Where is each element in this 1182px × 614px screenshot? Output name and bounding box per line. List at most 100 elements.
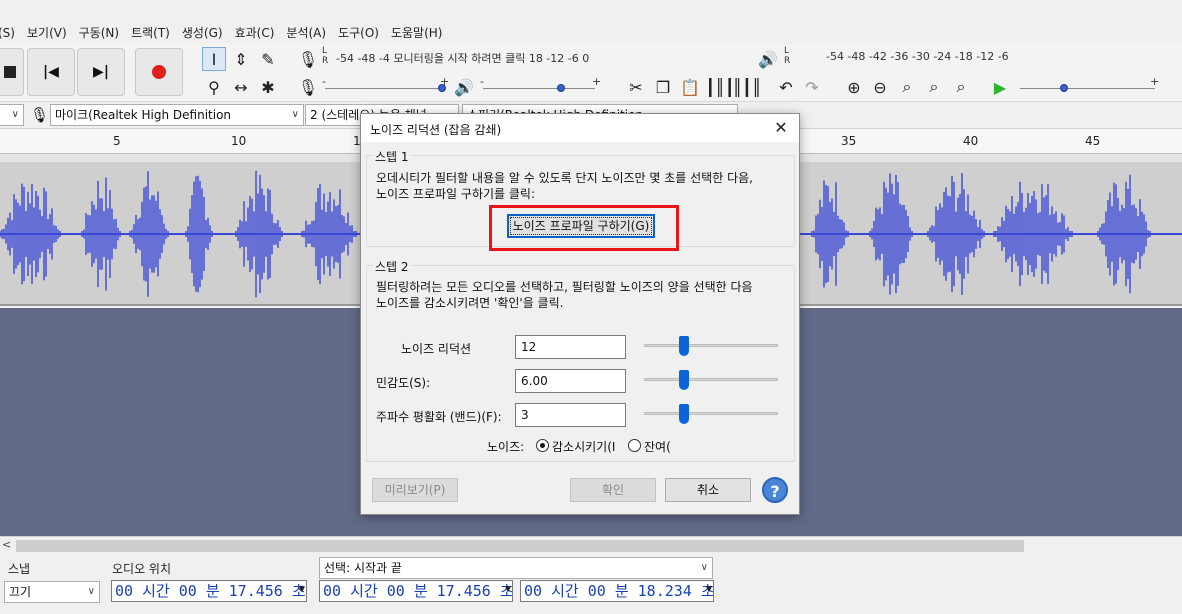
dialog-titlebar[interactable]: 노이즈 리덕션 (잡음 감쇄) ✕ xyxy=(361,114,799,142)
reduce-radio-label: 감소시키기(I xyxy=(552,440,616,454)
speaker-meter-icon[interactable]: 🔊 xyxy=(756,47,780,71)
play-meter-right-label: R xyxy=(784,56,791,66)
stop-button[interactable] xyxy=(0,48,24,96)
menu-item-transport[interactable]: 구동(N) xyxy=(73,22,125,44)
silence-icon[interactable]: ║┃║ xyxy=(733,75,762,99)
play-speed-slider[interactable] xyxy=(1020,88,1155,89)
audio-position-value: 00 시간 00 분 17.456 초 xyxy=(115,582,306,600)
noise-reduction-slider[interactable] xyxy=(644,344,778,347)
menu-item-analyze[interactable]: 분석(A) xyxy=(280,22,332,44)
menu-item-tools[interactable]: 도구(O) xyxy=(332,22,385,44)
snap-select[interactable]: 끄기 ∨ xyxy=(4,581,100,603)
host-select[interactable]: ∨ xyxy=(0,104,24,126)
menu-item-help[interactable]: 도움말(H) xyxy=(385,22,449,44)
selection-toolbar: 스냅 끄기 ∨ 오디오 위치 00 시간 00 분 17.456 초 ▼ 선택:… xyxy=(0,554,1182,614)
envelope-tool-icon[interactable]: ⇕ xyxy=(229,47,253,71)
recording-device-select[interactable]: 마이크(Realtek High Definition ∨ xyxy=(50,104,304,126)
record-button[interactable] xyxy=(135,48,183,96)
play-speed-knob[interactable] xyxy=(1060,84,1068,92)
paste-icon[interactable]: 📋 xyxy=(678,75,702,99)
record-meter[interactable]: -54 -48 -4 모니터링을 시작 하려면 클릭 18 -12 -6 0 xyxy=(336,50,589,70)
step2-text-line1: 필터링하려는 모든 오디오를 선택하고, 필터링할 노이즈의 양을 선택한 다음 xyxy=(376,280,753,294)
stop-icon xyxy=(4,66,16,78)
dropdown-arrow-icon: ▼ xyxy=(504,584,511,595)
play-at-speed-icon[interactable]: ▶ xyxy=(988,75,1012,99)
undo-icon[interactable]: ↶ xyxy=(774,75,798,99)
trim-icon[interactable]: ┃║┃ xyxy=(706,75,735,99)
noise-reduction-dialog: 노이즈 리덕션 (잡음 감쇄) ✕ 스텝 1 오데시티가 필터할 내용을 알 수… xyxy=(360,113,800,515)
sensitivity-slider-thumb[interactable] xyxy=(679,370,690,390)
mic-meter-icon[interactable]: 🎙 xyxy=(296,47,320,71)
selection-mode-label: 선택: 시작과 끝 xyxy=(324,561,402,575)
rec-volume-slider[interactable] xyxy=(325,88,445,89)
fit-project-icon[interactable]: ⌕ xyxy=(922,75,946,99)
zoom-toggle-icon[interactable]: ⌕ xyxy=(949,75,973,99)
step2-label: 스텝 2 xyxy=(373,258,411,275)
horizontal-scrollbar[interactable]: < xyxy=(0,536,1182,554)
meter-right-label: R xyxy=(322,56,329,66)
cancel-button[interactable]: 취소 xyxy=(665,478,751,502)
selection-start-field[interactable]: 00 시간 00 분 17.456 초 ▼ xyxy=(319,580,513,602)
selection-end-field[interactable]: 00 시간 00 분 18.234 초 ▼ xyxy=(520,580,714,602)
multi-tool-icon[interactable]: ✱ xyxy=(256,75,280,99)
menu-item-effect[interactable]: 효과(C) xyxy=(229,22,281,44)
noise-reduction-input[interactable]: 12 xyxy=(515,335,626,359)
chevron-down-icon: ∨ xyxy=(11,109,19,120)
recording-device-label: 마이크(Realtek High Definition xyxy=(55,108,232,122)
sensitivity-input[interactable]: 6.00 xyxy=(515,369,626,393)
frequency-smoothing-slider[interactable] xyxy=(644,412,778,415)
toolbar: |◀ ▶| I ⇕ ✎ ⚲ ↔ ✱ 🎙 L R -54 -48 -4 모니터링을… xyxy=(0,44,1182,102)
residue-radio-label: 잔여( xyxy=(644,440,671,454)
reduce-radio[interactable] xyxy=(536,439,549,452)
audio-position-field[interactable]: 00 시간 00 분 17.456 초 ▼ xyxy=(111,580,307,602)
microphone-icon: 🎙 xyxy=(30,106,50,124)
draw-tool-icon[interactable]: ✎ xyxy=(256,47,280,71)
sensitivity-slider[interactable] xyxy=(644,378,778,381)
audio-position-label: 오디오 위치 xyxy=(112,562,172,576)
frequency-smoothing-input[interactable]: 3 xyxy=(515,403,626,427)
chevron-down-icon: ∨ xyxy=(291,109,299,120)
selection-tool-icon[interactable]: I xyxy=(202,47,226,71)
scroll-left-icon[interactable]: < xyxy=(2,538,11,551)
play-volume-knob[interactable] xyxy=(557,84,565,92)
redo-icon[interactable]: ↷ xyxy=(800,75,824,99)
play-speed-plus: + xyxy=(1150,75,1160,88)
close-icon[interactable]: ✕ xyxy=(769,117,793,139)
skip-end-button[interactable]: ▶| xyxy=(77,48,125,96)
menu-item-generate[interactable]: 생성(G) xyxy=(176,22,229,44)
help-button[interactable]: ? xyxy=(762,477,788,503)
ok-button[interactable]: 확인 xyxy=(570,478,656,502)
zoom-in-icon[interactable]: ⊕ xyxy=(842,75,866,99)
skip-start-button[interactable]: |◀ xyxy=(27,48,75,96)
zoom-out-icon[interactable]: ⊖ xyxy=(868,75,892,99)
fit-selection-icon[interactable]: ⌕ xyxy=(895,75,919,99)
menu-bar: (S) 보기(V) 구동(N) 트랙(T) 생성(G) 효과(C) 분석(A) … xyxy=(0,22,1182,44)
snap-label: 스냅 xyxy=(8,562,31,576)
play-meter[interactable]: -54 -48 -42 -36 -30 -24 -18 -12 -6 xyxy=(826,50,1009,70)
preview-button[interactable]: 미리보기(P) xyxy=(372,478,458,502)
residue-radio[interactable] xyxy=(628,439,641,452)
skip-start-icon: |◀ xyxy=(43,64,59,80)
selection-start-value: 00 시간 00 분 17.456 초 xyxy=(323,582,513,600)
scrollbar-thumb[interactable] xyxy=(16,540,1024,552)
play-volume-slider[interactable] xyxy=(483,88,595,89)
copy-icon[interactable]: ❐ xyxy=(651,75,675,99)
play-volume-plus: + xyxy=(592,75,602,88)
menu-item-tracks[interactable]: 트랙(T) xyxy=(125,22,176,44)
cut-icon[interactable]: ✂ xyxy=(624,75,648,99)
zoom-tool-icon[interactable]: ⚲ xyxy=(202,75,226,99)
ruler-label: 5 xyxy=(113,134,121,148)
highlight-box xyxy=(489,205,679,251)
frequency-smoothing-slider-thumb[interactable] xyxy=(679,404,690,424)
skip-end-icon: ▶| xyxy=(93,64,109,80)
selection-mode-select[interactable]: 선택: 시작과 끝 ∨ xyxy=(319,557,713,579)
speaker-volume-icon: 🔊 xyxy=(454,77,474,97)
noise-mode-label: 노이즈: xyxy=(487,440,525,454)
menu-item-select[interactable]: (S) xyxy=(0,22,21,44)
noise-reduction-label: 노이즈 리덕션 xyxy=(401,342,472,356)
chevron-down-icon: ∨ xyxy=(700,562,708,573)
timeshift-tool-icon[interactable]: ↔ xyxy=(229,75,253,99)
step1-label: 스텝 1 xyxy=(373,148,411,165)
noise-reduction-slider-thumb[interactable] xyxy=(679,336,690,356)
menu-item-view[interactable]: 보기(V) xyxy=(21,22,73,44)
